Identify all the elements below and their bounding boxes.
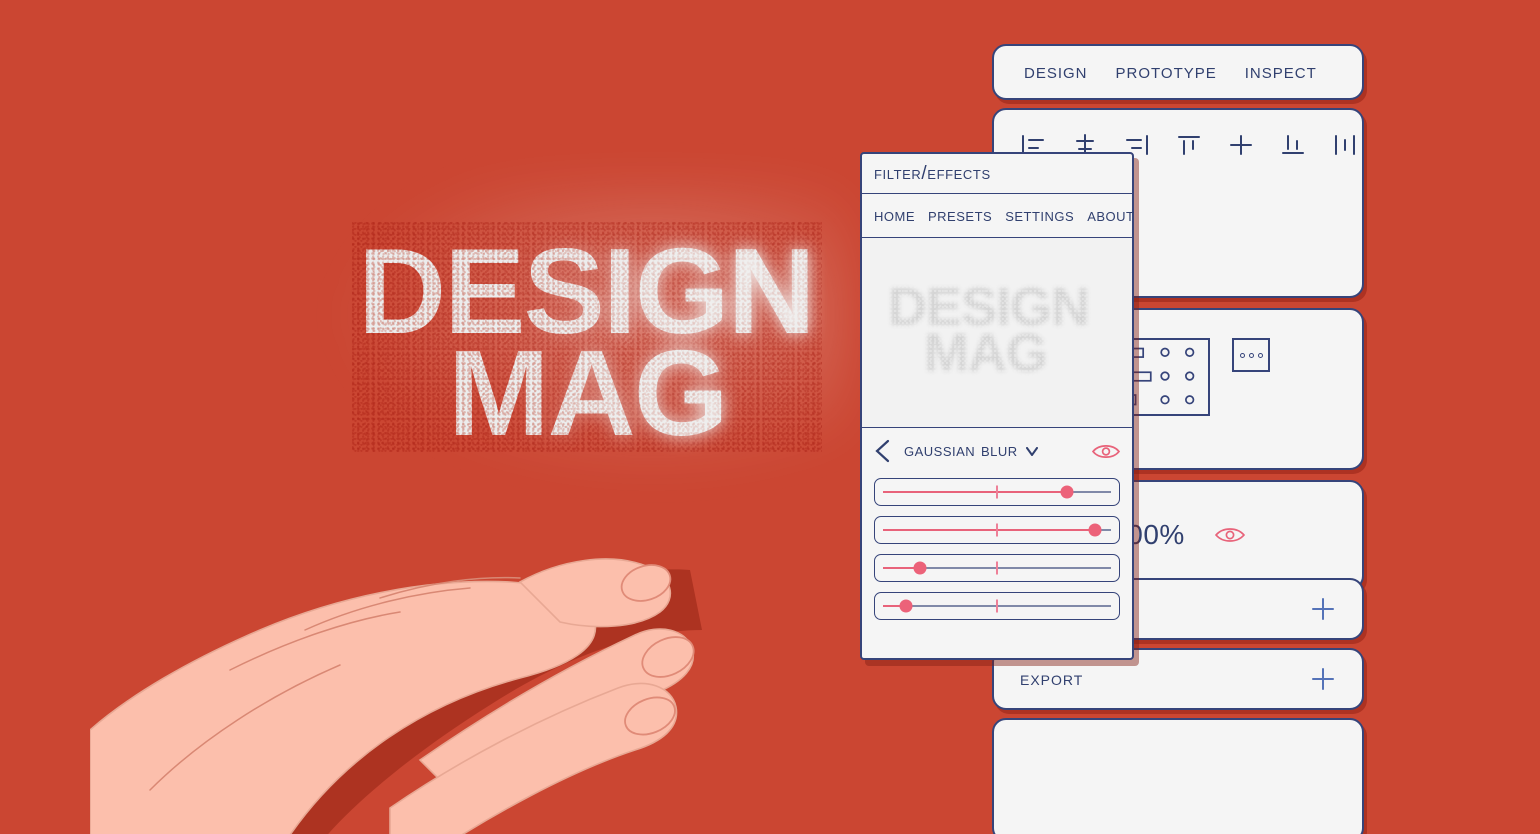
align-bottom-icon[interactable] [1280,133,1306,157]
slider-3-tick [996,561,998,575]
slider-4-knob[interactable] [899,599,913,613]
plus-icon[interactable] [1310,666,1336,692]
effect-name-dropdown[interactable]: Gaussian Blur [904,440,1080,462]
more-dot-1 [1239,352,1245,358]
filter-effects-window: Filter/effects Home Presets Settings Abo… [860,152,1134,660]
slider-2-knob[interactable] [1088,523,1102,537]
slider-4[interactable] [874,592,1120,620]
slider-1-knob[interactable] [1060,485,1074,499]
preview-noise-texture [862,238,1132,427]
chevron-left-icon[interactable] [874,439,892,463]
more-dot-2 [1248,352,1254,358]
eye-icon[interactable] [1092,443,1120,460]
nav-item-about[interactable]: About [1087,205,1134,226]
more-dot-3 [1257,352,1263,358]
nav-item-settings[interactable]: Settings [1005,205,1074,226]
slider-2-fill [883,529,1095,531]
effect-header: Gaussian Blur [862,428,1132,474]
distribute-horizontal-icon[interactable] [1332,133,1358,157]
slider-1-tick [996,485,998,499]
effect-sliders [862,474,1132,620]
eye-icon[interactable] [1214,526,1245,544]
export-label: Export [1020,667,1084,690]
nav-item-presets[interactable]: Presets [928,205,992,226]
constraints-grid-cells [1125,347,1195,406]
align-middle-vertical-icon[interactable] [1228,133,1254,157]
pointing-hand-illustration [90,558,702,834]
top-tab-bar: Design Prototype Inspect [992,44,1364,100]
bottom-empty-panel [992,718,1364,834]
slider-1-fill [883,491,1067,493]
slider-3[interactable] [874,554,1120,582]
tab-prototype[interactable]: Prototype [1116,60,1217,84]
app-screen: DESIGN MAG DESIGN MAG design prototype i… [0,0,1540,834]
filter-window-title: Filter/effects [862,154,1132,194]
more-options-icon[interactable] [1232,338,1270,372]
filter-window-nav: Home Presets Settings About [862,194,1134,238]
tab-design[interactable]: Design [1024,60,1088,84]
slider-2-tick [996,523,998,537]
align-top-icon[interactable] [1176,133,1202,157]
tab-inspect[interactable]: Inspect [1245,60,1317,84]
slider-3-knob[interactable] [913,561,927,575]
slider-2[interactable] [874,516,1120,544]
slider-1[interactable] [874,478,1120,506]
chevron-down-icon [1025,446,1038,456]
slider-4-tick [996,599,998,613]
effect-name-label: Gaussian Blur [904,440,1018,461]
filter-preview-canvas[interactable]: DESIGN MAG [862,238,1132,428]
nav-item-home[interactable]: Home [874,205,915,226]
plus-icon[interactable] [1310,596,1336,622]
